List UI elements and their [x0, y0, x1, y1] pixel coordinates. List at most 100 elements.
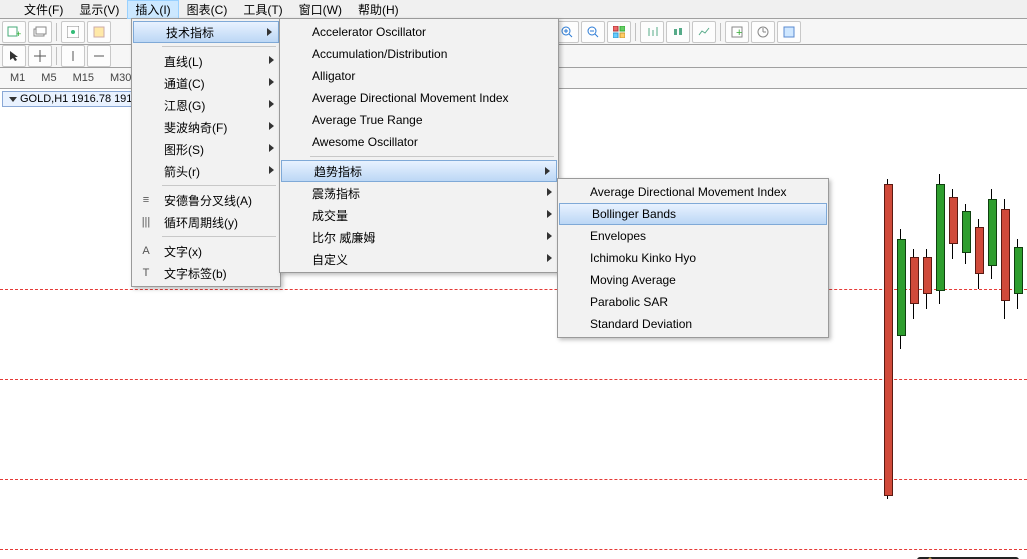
menu-item-envelopes[interactable]: Envelopes	[558, 225, 828, 247]
menu-view[interactable]: 显示(V)	[71, 0, 127, 19]
menu-item-label[interactable]: T文字标签(b)	[132, 262, 280, 284]
menu-item-bollinger[interactable]: Bollinger Bands	[559, 203, 827, 225]
menu-item-ichimoku[interactable]: Ichimoku Kinko Hyo	[558, 247, 828, 269]
text-icon: A	[138, 243, 154, 259]
menu-item-volume[interactable]: 成交量	[280, 204, 558, 226]
menu-item-fibo[interactable]: 斐波纳奇(F)	[132, 116, 280, 138]
menubar: 文件(F) 显示(V) 插入(I) 图表(C) 工具(T) 窗口(W) 帮助(H…	[0, 0, 1027, 19]
tf-m15[interactable]: M15	[69, 71, 98, 85]
submenu-arrow-icon	[545, 167, 550, 175]
bar-chart-button[interactable]	[640, 21, 664, 43]
svg-text:+: +	[16, 29, 21, 38]
menu-separator	[162, 46, 276, 47]
trend-menu: Average Directional Movement Index Bolli…	[557, 178, 829, 338]
pitchfork-icon: ≡	[138, 192, 154, 208]
menu-item-stddev[interactable]: Standard Deviation	[558, 313, 828, 335]
candle	[884, 184, 893, 496]
submenu-arrow-icon	[267, 28, 272, 36]
menu-label: Standard Deviation	[590, 317, 692, 331]
menu-item-bill-williams[interactable]: 比尔 威廉姆	[280, 226, 558, 248]
menu-tools[interactable]: 工具(T)	[235, 0, 290, 19]
menu-label: 比尔 威廉姆	[312, 229, 375, 246]
menu-charts[interactable]: 图表(C)	[179, 0, 236, 19]
submenu-arrow-icon	[269, 144, 274, 152]
indicators-menu: Accelerator Oscillator Accumulation/Dist…	[279, 18, 559, 273]
templates-button[interactable]	[777, 21, 801, 43]
price-line	[0, 479, 1027, 480]
menu-item-ma[interactable]: Moving Average	[558, 269, 828, 291]
menu-window[interactable]: 窗口(W)	[291, 0, 350, 19]
crosshair-button[interactable]	[28, 45, 52, 67]
menu-label: Average Directional Movement Index	[312, 91, 509, 105]
menu-item-custom[interactable]: 自定义	[280, 248, 558, 270]
price-line	[0, 379, 1027, 380]
menu-item-indicators[interactable]: 技术指标	[133, 21, 279, 43]
toolbar-separator	[56, 23, 57, 41]
horizontal-line-button[interactable]	[87, 45, 111, 67]
new-chart-button[interactable]: +	[2, 21, 26, 43]
price-line	[0, 289, 1027, 290]
menu-item-oscillators[interactable]: 震荡指标	[280, 182, 558, 204]
menu-label: 文字(x)	[164, 243, 202, 260]
candle	[897, 239, 906, 336]
profiles-button[interactable]	[28, 21, 52, 43]
navigator-button[interactable]	[87, 21, 111, 43]
submenu-arrow-icon	[269, 122, 274, 130]
candlestick-chart-button[interactable]	[666, 21, 690, 43]
candle	[988, 199, 997, 266]
menu-label: 通道(C)	[164, 75, 205, 92]
menu-item-alligator[interactable]: Alligator	[280, 65, 558, 87]
menu-help[interactable]: 帮助(H)	[350, 0, 407, 19]
zoom-out-button[interactable]	[581, 21, 605, 43]
menu-item-atr[interactable]: Average True Range	[280, 109, 558, 131]
menu-label: Accumulation/Distribution	[312, 47, 447, 61]
label-icon: T	[138, 265, 154, 281]
menu-insert[interactable]: 插入(I)	[127, 0, 178, 19]
menu-item-ao[interactable]: Awesome Oscillator	[280, 131, 558, 153]
menu-item-cycle[interactable]: |||循环周期线(y)	[132, 211, 280, 233]
menu-item-arrows[interactable]: 箭头(r)	[132, 160, 280, 182]
candle	[1001, 209, 1010, 301]
menu-item-gann[interactable]: 江恩(G)	[132, 94, 280, 116]
tf-m5[interactable]: M5	[37, 71, 60, 85]
menu-item-channel[interactable]: 通道(C)	[132, 72, 280, 94]
toolbar-separator	[56, 47, 57, 65]
menu-item-text[interactable]: A 文字(x)	[132, 240, 280, 262]
menu-item-accelerator[interactable]: Accelerator Oscillator	[280, 21, 558, 43]
menu-label: 震荡指标	[312, 185, 360, 202]
menu-item-adx[interactable]: Average Directional Movement Index	[280, 87, 558, 109]
menu-file[interactable]: 文件(F)	[16, 0, 71, 19]
menu-item-trend[interactable]: 趋势指标	[281, 160, 557, 182]
submenu-arrow-icon	[547, 254, 552, 262]
menu-item-psar[interactable]: Parabolic SAR	[558, 291, 828, 313]
submenu-arrow-icon	[547, 210, 552, 218]
menu-label: Moving Average	[590, 273, 676, 287]
cursor-button[interactable]	[2, 45, 26, 67]
price-line	[0, 549, 1027, 550]
tf-m1[interactable]: M1	[6, 71, 29, 85]
submenu-arrow-icon	[547, 232, 552, 240]
menu-label: Ichimoku Kinko Hyo	[590, 251, 696, 265]
toolbar-separator	[635, 23, 636, 41]
tile-windows-button[interactable]	[607, 21, 631, 43]
menu-item-adx2[interactable]: Average Directional Movement Index	[558, 181, 828, 203]
menu-label: 江恩(G)	[164, 97, 205, 114]
add-indicator-button[interactable]: +	[725, 21, 749, 43]
periodicity-button[interactable]	[751, 21, 775, 43]
submenu-arrow-icon	[269, 166, 274, 174]
menu-item-ad[interactable]: Accumulation/Distribution	[280, 43, 558, 65]
menu-label: 趋势指标	[314, 163, 362, 180]
candle	[962, 211, 971, 253]
vertical-line-button[interactable]	[61, 45, 85, 67]
menu-item-line[interactable]: 直线(L)	[132, 50, 280, 72]
market-watch-button[interactable]	[61, 21, 85, 43]
menu-label: Bollinger Bands	[592, 207, 676, 221]
candle	[1014, 247, 1023, 294]
menu-item-shapes[interactable]: 图形(S)	[132, 138, 280, 160]
menu-item-andrews[interactable]: ≡安德鲁分叉线(A)	[132, 189, 280, 211]
menu-label: 自定义	[312, 251, 348, 268]
chip-price1: 1916.78	[71, 93, 111, 105]
menu-label: 直线(L)	[164, 53, 203, 70]
toolbar-separator	[720, 23, 721, 41]
line-chart-button[interactable]	[692, 21, 716, 43]
